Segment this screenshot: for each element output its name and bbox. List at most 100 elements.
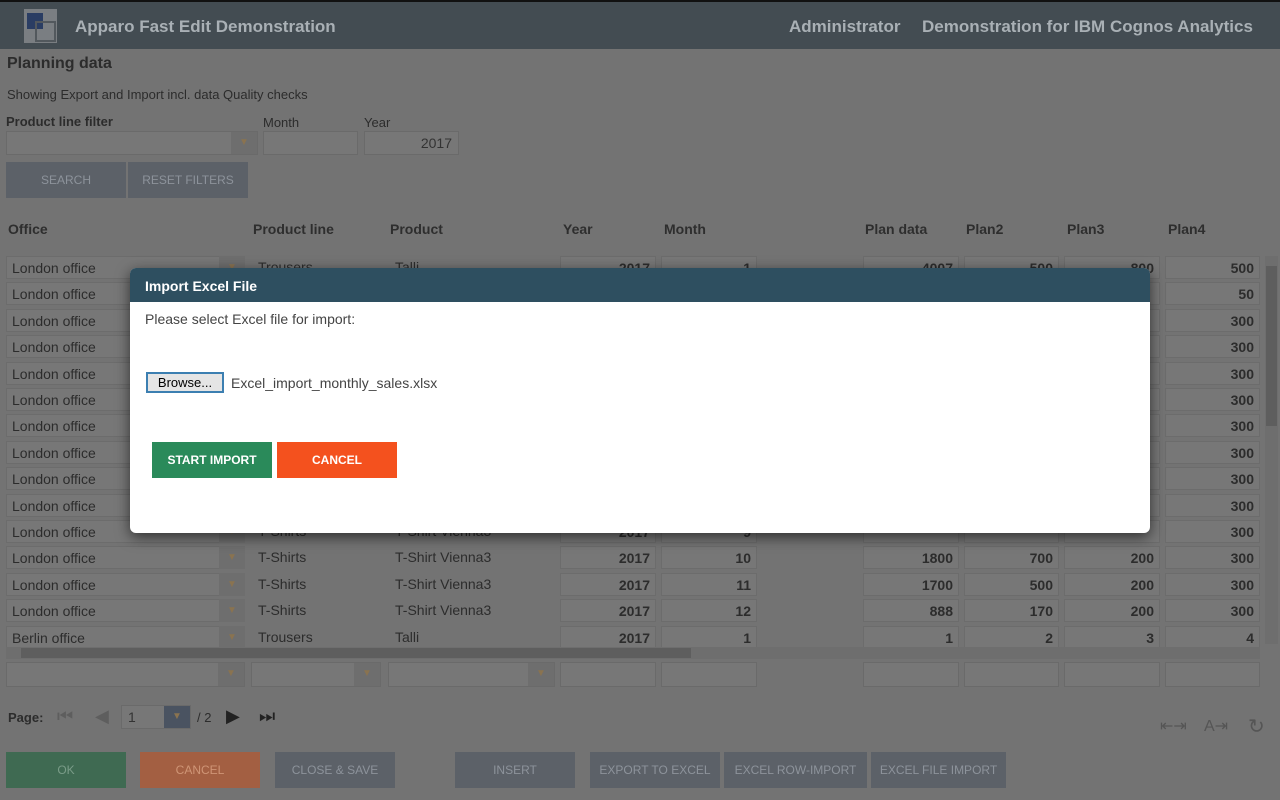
cell-month[interactable]: 10 — [661, 546, 757, 570]
excel-file-import-button[interactable]: EXCEL FILE IMPORT — [871, 752, 1006, 788]
cell-month[interactable]: 1 — [661, 625, 757, 649]
cell-office[interactable]: London office — [6, 599, 245, 623]
cell-plan4[interactable]: 4 — [1165, 625, 1260, 649]
cell-year[interactable]: 2017 — [560, 599, 656, 623]
column-header[interactable]: Plan2 — [966, 221, 1003, 237]
table-row[interactable]: London office▼ T-Shirts T-Shirt Vienna3201… — [0, 598, 1262, 624]
cell-product[interactable]: T-Shirt Vienna3 — [390, 599, 555, 622]
cell-plan3[interactable]: 3 — [1064, 625, 1160, 649]
cell-plan4[interactable]: 300 — [1165, 572, 1260, 596]
chevron-down-icon[interactable]: ▼ — [219, 625, 245, 649]
cell-plan4[interactable]: 500 — [1165, 256, 1260, 279]
cell-plan-data[interactable]: 1700 — [863, 572, 959, 596]
cell-plan3[interactable]: 200 — [1064, 572, 1160, 596]
month-input[interactable] — [263, 131, 358, 155]
browse-button[interactable]: Browse... — [146, 372, 224, 393]
new-row-input[interactable] — [1064, 662, 1160, 687]
search-button[interactable]: SEARCH — [6, 162, 126, 198]
horizontal-scrollbar[interactable] — [6, 647, 1260, 659]
cell-plan4[interactable]: 300 — [1165, 335, 1260, 359]
table-row[interactable]: London office▼ T-Shirts T-Shirt Vienna3201… — [0, 572, 1262, 598]
cell-product-line[interactable]: Trousers — [253, 626, 358, 649]
vertical-scrollbar[interactable] — [1265, 256, 1278, 644]
new-row-input[interactable] — [661, 662, 757, 687]
cell-office[interactable]: London office — [6, 572, 245, 596]
new-row-input[interactable] — [863, 662, 959, 687]
cell-month[interactable]: 11 — [661, 572, 757, 596]
cell-plan4[interactable]: 300 — [1165, 467, 1260, 491]
last-page-icon[interactable]: ⏭ — [259, 706, 275, 727]
chevron-down-icon[interactable]: ▼ — [219, 546, 245, 570]
column-header[interactable]: Year — [563, 221, 593, 237]
cell-plan3[interactable]: 200 — [1064, 599, 1160, 623]
cell-plan4[interactable]: 300 — [1165, 520, 1260, 543]
insert-button[interactable]: INSERT — [455, 752, 575, 788]
new-row-input[interactable]: ▼ — [251, 662, 381, 687]
new-row-input[interactable] — [1165, 662, 1260, 687]
product-line-filter-select[interactable]: ▼ — [6, 131, 258, 155]
scrollbar-thumb[interactable] — [21, 648, 691, 658]
cancel-button[interactable]: CANCEL — [140, 752, 260, 788]
column-header[interactable]: Plan4 — [1168, 221, 1205, 237]
fit-columns-icon[interactable]: ⇤⇥ — [1160, 716, 1187, 736]
cell-product[interactable]: Talli — [390, 626, 555, 649]
cell-product-line[interactable]: T-Shirts — [253, 599, 358, 622]
scrollbar-thumb[interactable] — [1266, 266, 1277, 426]
cell-year[interactable]: 2017 — [560, 546, 656, 570]
column-header[interactable]: Product line — [253, 221, 334, 237]
cell-year[interactable]: 2017 — [560, 572, 656, 596]
cell-plan4[interactable]: 300 — [1165, 493, 1260, 517]
export-to-excel-button[interactable]: EXPORT TO EXCEL — [590, 752, 720, 788]
start-import-button[interactable]: START IMPORT — [152, 442, 272, 478]
table-row[interactable]: London office▼ T-Shirts T-Shirt Vienna3201… — [0, 545, 1262, 571]
reset-filters-button[interactable]: RESET FILTERS — [128, 162, 248, 198]
column-header[interactable]: Office — [8, 221, 48, 237]
cell-plan-data[interactable]: 1 — [863, 625, 959, 649]
cell-plan-data[interactable]: 888 — [863, 599, 959, 623]
dialog-cancel-button[interactable]: CANCEL — [277, 442, 397, 478]
cell-office[interactable]: London office — [6, 546, 245, 570]
cell-plan4[interactable]: 300 — [1165, 308, 1260, 332]
cell-plan2[interactable]: 700 — [964, 546, 1059, 570]
column-header[interactable]: Plan3 — [1067, 221, 1104, 237]
year-input[interactable]: 2017 — [364, 131, 459, 155]
cell-plan4[interactable]: 50 — [1165, 282, 1260, 306]
cell-plan4[interactable]: 300 — [1165, 599, 1260, 623]
cell-plan4[interactable]: 300 — [1165, 414, 1260, 438]
excel-row-import-button[interactable]: EXCEL ROW-IMPORT — [724, 752, 867, 788]
cell-plan2[interactable]: 170 — [964, 599, 1059, 623]
cell-plan-data[interactable]: 1800 — [863, 546, 959, 570]
auto-width-icon[interactable]: A⇥ — [1204, 716, 1228, 736]
close-save-button[interactable]: CLOSE & SAVE — [275, 752, 395, 788]
new-row-input[interactable] — [560, 662, 656, 687]
column-header[interactable]: Product — [390, 221, 443, 237]
ok-button[interactable]: OK — [6, 752, 126, 788]
cell-plan4[interactable]: 300 — [1165, 388, 1260, 411]
new-row-input[interactable] — [964, 662, 1059, 687]
cell-plan2[interactable]: 2 — [964, 625, 1059, 649]
column-header[interactable]: Plan data — [865, 221, 927, 237]
cell-office[interactable]: Berlin office — [6, 625, 245, 649]
prev-page-icon[interactable]: ◀ — [95, 706, 109, 727]
cell-plan2[interactable]: 500 — [964, 572, 1059, 596]
new-row-input[interactable]: ▼ — [388, 662, 555, 687]
cell-product[interactable]: T-Shirt Vienna3 — [390, 573, 555, 596]
cell-product-line[interactable]: T-Shirts — [253, 546, 358, 569]
user-name[interactable]: Administrator — [789, 17, 900, 37]
chevron-down-icon[interactable]: ▼ — [219, 572, 245, 596]
chevron-down-icon[interactable]: ▼ — [219, 599, 245, 623]
cell-plan4[interactable]: 300 — [1165, 440, 1260, 464]
cell-plan3[interactable]: 200 — [1064, 546, 1160, 570]
next-page-icon[interactable]: ▶ — [226, 706, 240, 727]
new-row-input[interactable]: ▼ — [6, 662, 245, 687]
column-header[interactable]: Month — [664, 221, 706, 237]
page-select[interactable]: 1 ▼ — [121, 705, 191, 729]
first-page-icon[interactable]: ⏮ — [57, 706, 73, 727]
cell-product[interactable]: T-Shirt Vienna3 — [390, 546, 555, 569]
cell-plan4[interactable]: 300 — [1165, 361, 1260, 385]
cell-month[interactable]: 12 — [661, 599, 757, 623]
cell-plan4[interactable]: 300 — [1165, 546, 1260, 570]
refresh-icon[interactable]: ↻ — [1248, 714, 1265, 739]
cell-year[interactable]: 2017 — [560, 625, 656, 649]
cell-product-line[interactable]: T-Shirts — [253, 573, 358, 596]
